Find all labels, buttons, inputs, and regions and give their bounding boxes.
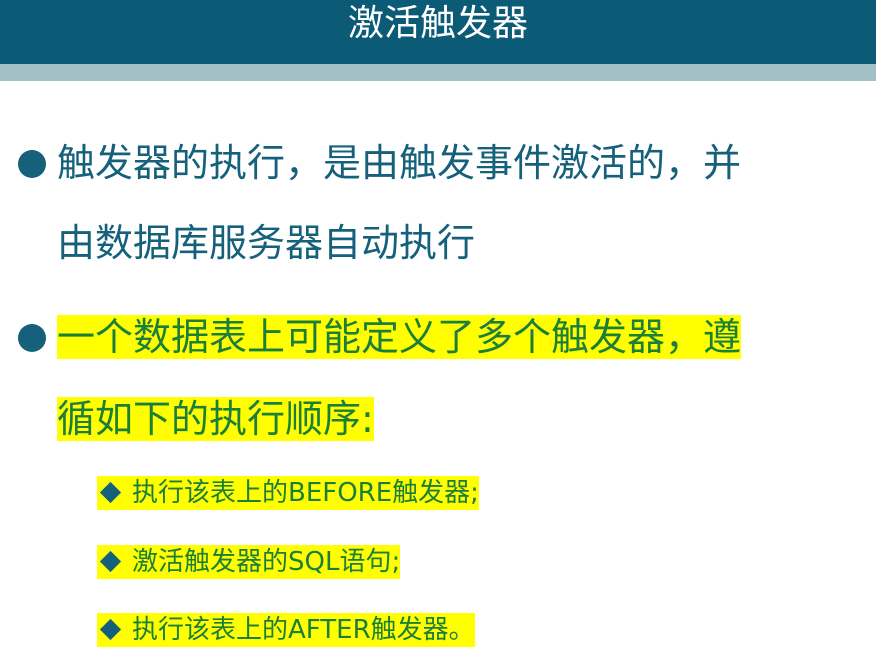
sub-item-1-text: 执行该表上的BEFORE触发器; — [132, 478, 479, 508]
sub-item-3: 执行该表上的AFTER触发器。 — [97, 613, 475, 647]
bullet-circle-icon — [18, 150, 46, 178]
title-underline-stripe — [0, 64, 876, 81]
sub-item-1: 执行该表上的BEFORE触发器; — [97, 476, 479, 510]
bullet-1-line-1: 触发器的执行，是由触发事件激活的，并 — [57, 141, 742, 185]
bullet-1-line-2: 由数据库服务器自动执行 — [57, 221, 476, 265]
slide-title: 激活触发器 — [347, 3, 528, 44]
bullet-2-line-1: 一个数据表上可能定义了多个触发器，遵 — [57, 311, 742, 363]
sub-item-2-text: 激活触发器的SQL语句; — [132, 547, 401, 577]
sub-item-2: 激活触发器的SQL语句; — [97, 545, 401, 579]
diamond-bullet-icon — [99, 481, 122, 503]
diamond-bullet-icon — [99, 550, 122, 572]
bullet-circle-icon — [18, 324, 46, 352]
sub-item-3-text: 执行该表上的AFTER触发器。 — [132, 615, 475, 645]
diamond-bullet-icon — [99, 618, 122, 640]
bullet-2-line-2: 循如下的执行顺序: — [57, 393, 374, 445]
bullet-2-line-2-text: 循如下的执行顺序: — [57, 397, 374, 441]
bullet-2-line-1-text: 一个数据表上可能定义了多个触发器，遵 — [57, 315, 742, 359]
